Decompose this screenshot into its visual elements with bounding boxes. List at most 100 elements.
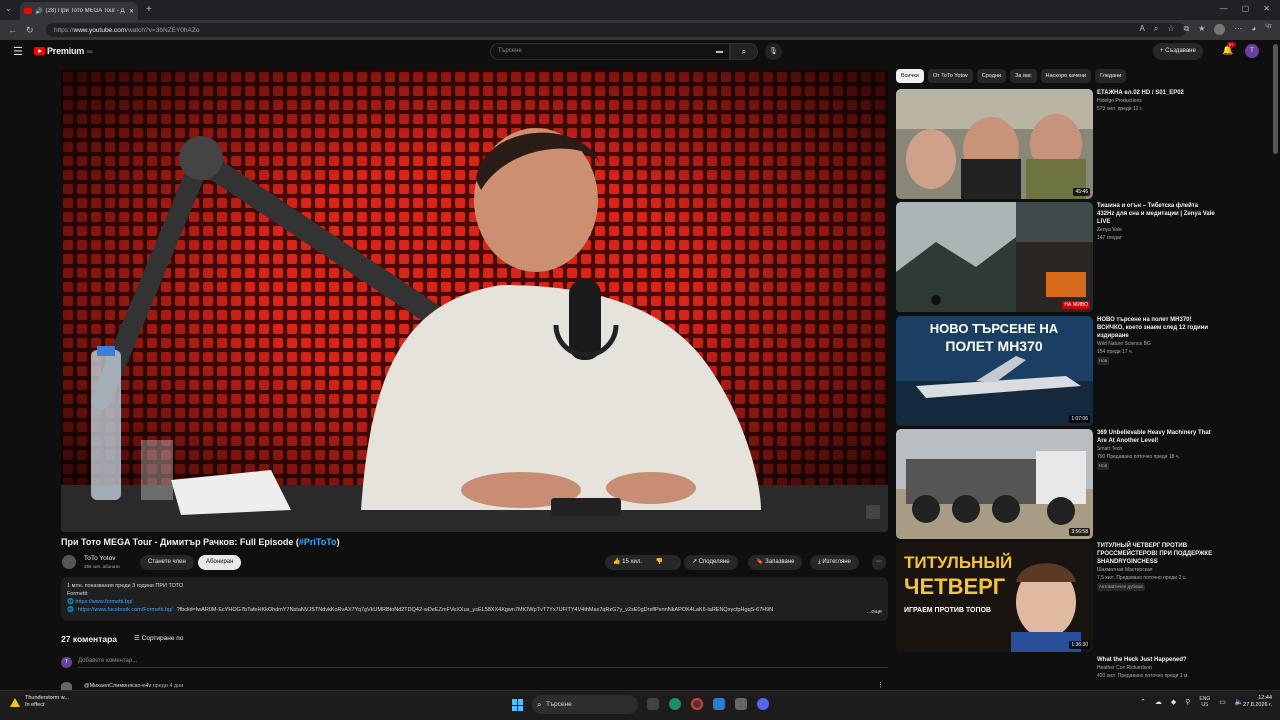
copilot-icon[interactable]: ◕ (1251, 24, 1256, 35)
recommendation-title[interactable]: НОВО търсене на полет MH370! ВСИЧКО, кое… (1097, 316, 1215, 340)
tray-chevron-icon[interactable]: ⌃ (1140, 698, 1146, 706)
account-avatar[interactable]: T (1245, 44, 1259, 58)
recommendation-title[interactable]: Тишина и огън – Тибетска флейта 432Hz дл… (1097, 202, 1215, 226)
recommendation-channel[interactable]: Шахматная Мастерская (1097, 567, 1215, 574)
dislike-icon[interactable]: 👎 (656, 559, 663, 565)
voice-search-icon[interactable]: 🎙 (765, 43, 782, 60)
new-tab-icon[interactable]: + (146, 4, 152, 15)
close-window-icon[interactable]: ✕ (1263, 4, 1270, 13)
url-input[interactable]: https://www.youtube.com/watch?v=3bNZEY0h… (46, 23, 1186, 37)
video-thumbnail[interactable]: НОВО ТЪРСЕНЕ НА ПОЛЕТ MH370 1:07:06 (896, 316, 1093, 426)
translate-icon[interactable]: A (1140, 24, 1145, 35)
discord-icon[interactable] (757, 698, 769, 710)
reload-icon[interactable]: ↻ (26, 25, 36, 36)
zoom-icon[interactable]: ⌕ (1154, 24, 1158, 35)
profile-label[interactable]: Чт (1265, 24, 1272, 35)
join-button[interactable]: Станете член (140, 555, 194, 570)
filter-chip[interactable]: Всички (896, 69, 924, 83)
edge-icon[interactable] (669, 698, 681, 710)
file-explorer-icon[interactable] (735, 698, 747, 710)
keyboard-icon[interactable]: ▬ (716, 44, 723, 59)
video-thumbnail[interactable]: 45:46 (896, 89, 1093, 199)
start-icon[interactable] (512, 699, 524, 711)
more-menu-icon[interactable]: ⋯ (1234, 24, 1242, 35)
clock[interactable]: 12:44 27.8.2026 г. (1238, 695, 1272, 709)
extensions-icon[interactable]: ⧉ (1184, 24, 1190, 35)
profile-avatar[interactable] (1214, 24, 1226, 35)
sort-button[interactable]: ☰ Сортиране по (134, 634, 183, 642)
browser-tab-strip: ⌄ 🔊 (28) При Тото MEGA Tour - Д ✕ + — ▢ … (0, 0, 1280, 20)
recommendation-channel[interactable]: Heather Cox Richardson (1097, 665, 1215, 672)
description-link[interactable]: https://www.facebook.com/Formetti.bg/ (78, 606, 173, 614)
channel-avatar[interactable] (62, 555, 76, 569)
video-duration: 45:46 (1073, 188, 1090, 196)
recommendation-meta: 147 гледат (1097, 235, 1122, 241)
filter-chip[interactable]: Гледани (1095, 69, 1127, 83)
notifications-icon[interactable]: 🔔 9+ (1222, 42, 1236, 56)
recommendation-meta: 154 преди 17 ч. (1097, 349, 1133, 355)
filter-chip[interactable]: За вас (1010, 69, 1037, 83)
recommendation-channel[interactable]: Zenya Vale (1097, 227, 1215, 234)
create-button[interactable]: + Създаване (1153, 43, 1203, 60)
description-link[interactable]: https://www.formetti.bg/ (75, 599, 132, 605)
cloud-icon[interactable]: ☁ (1155, 698, 1162, 706)
comment-author[interactable]: @МихаелСлимоняско-е4v преди 4 дни (84, 683, 183, 689)
comment-menu-icon[interactable]: ⋮ (877, 681, 884, 689)
youtube-logo[interactable]: Premium BG (34, 46, 93, 56)
tab-search-icon[interactable]: ⌄ (5, 4, 12, 13)
bookmark-star-icon[interactable]: ☆ (1167, 24, 1174, 35)
task-view-icon[interactable] (647, 698, 659, 710)
filter-chip[interactable]: Сродни (976, 69, 1007, 83)
hashtag-link[interactable]: #PriToTo (299, 537, 337, 547)
save-button[interactable]: 🔖 Запазване (748, 555, 803, 570)
add-comment-input[interactable]: Добавете коментар... (78, 658, 888, 668)
weather-widget[interactable]: Thunderstorm w... In effect (10, 695, 69, 709)
dropbox-icon[interactable]: ◆ (1171, 698, 1176, 706)
thumbnail-image (896, 89, 1093, 199)
filter-chip[interactable]: От ToTo Yotov (927, 69, 973, 83)
video-thumbnail[interactable]: ТИТУЛЬНЫЙ ЧЕТВЕРГ ИГРАЕМ ПРОТИВ ТОПОВ 1:… (896, 542, 1093, 652)
recommendation-title[interactable]: What the Heck Just Happened? (1097, 656, 1215, 664)
weather-warning-icon (10, 697, 20, 707)
language-indicator[interactable]: ENG US (1199, 696, 1210, 708)
show-more-link[interactable]: ...още (867, 608, 882, 616)
maximize-icon[interactable]: ▢ (1242, 4, 1250, 13)
filter-chip[interactable]: Наскоро качени (1040, 69, 1092, 83)
commenter-avatar[interactable] (61, 682, 72, 690)
search-input[interactable]: Търсене ▬ (490, 43, 730, 60)
audio-icon[interactable]: 🔊 (35, 8, 42, 15)
recommendation-filter-chips: Всички От ToTo Yotov Сродни За вас Наскоро к… (896, 69, 1127, 83)
recommendation-title[interactable]: 369 Unbelievable Heavy Machinery That Ar… (1097, 429, 1215, 445)
share-button[interactable]: ↗ Споделяне (684, 555, 738, 570)
recommendation-channel[interactable]: Hidelgo Productions (1097, 98, 1215, 105)
download-button[interactable]: ⤓ Изтегляне (810, 555, 859, 570)
youtube-header: ☰ Premium BG Търсене ▬ ⌕ 🎙 + Създаване 🔔 9… (0, 40, 1280, 64)
minimize-icon[interactable]: — (1220, 4, 1228, 13)
favorites-icon[interactable]: ★ (1198, 24, 1205, 35)
video-player[interactable] (61, 70, 888, 532)
browser-tab-active[interactable]: 🔊 (28) При Тото MEGA Tour - Д ✕ (20, 2, 138, 20)
taskbar-search[interactable]: Търсене (532, 695, 638, 714)
subscribe-button[interactable]: Абониран (198, 555, 242, 570)
youtube-favicon-icon (24, 8, 32, 14)
recommendation-title[interactable]: ТИТУЛНЫЙ ЧЕТВЕРГ ПРОТИВ ГРОССМЕЙСТЕРОВ! … (1097, 542, 1215, 566)
network-icon[interactable]: ▭ (1219, 698, 1226, 706)
video-thumbnail[interactable]: НА ЖИВО (896, 202, 1093, 312)
page-scrollbar[interactable] (1273, 44, 1278, 154)
menu-icon[interactable]: ☰ (13, 45, 23, 58)
chrome-icon[interactable] (691, 698, 703, 710)
video-thumbnail[interactable]: 3:56:58 (896, 429, 1093, 539)
tab-close-icon[interactable]: ✕ (129, 8, 134, 15)
back-icon[interactable]: ← (8, 25, 18, 35)
recommendation-title[interactable]: ЕТАЖНА ел.02 HD / S01_EP02 (1097, 89, 1215, 97)
video-duration: 3:56:58 (1069, 528, 1090, 536)
search-button[interactable]: ⌕ (730, 43, 758, 60)
like-button[interactable]: 👍 15 хил. (613, 559, 642, 565)
recommendation-channel[interactable]: Smart Tech (1097, 446, 1215, 453)
channel-name[interactable]: ToTo Yotov (84, 555, 115, 562)
more-actions-icon[interactable]: ⋯ (872, 555, 886, 570)
location-icon[interactable]: ⚲ (1185, 698, 1190, 706)
app-icon[interactable] (713, 698, 725, 710)
recommendation-channel[interactable]: Wild Nature Science BG (1097, 341, 1215, 348)
description-box[interactable]: 1 млн. показвания преди 3 години ПРИ ТОТ… (61, 577, 888, 621)
